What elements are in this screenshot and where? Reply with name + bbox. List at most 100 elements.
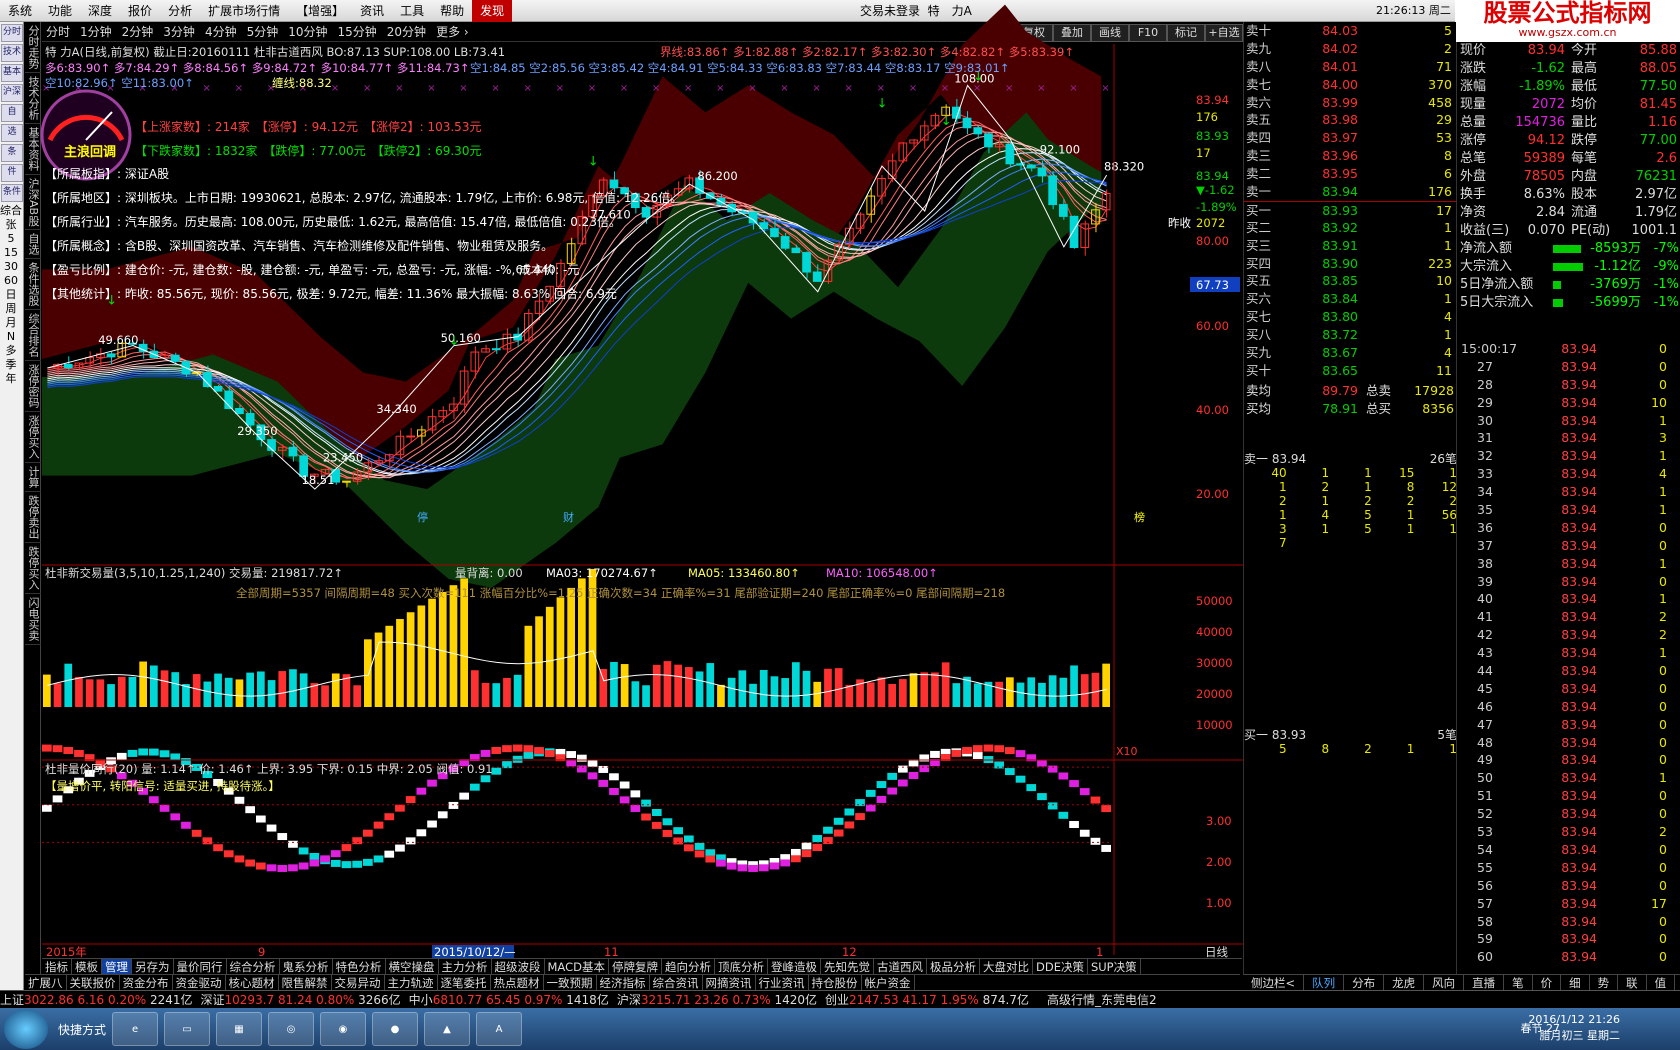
- ext-tab-14[interactable]: 行业资讯: [756, 975, 809, 990]
- sell-row[interactable]: 卖六 83.99 458: [1244, 94, 1456, 112]
- buy-row[interactable]: 买十 83.65 11: [1244, 362, 1456, 380]
- buy-row[interactable]: 买九 83.67 4: [1244, 344, 1456, 362]
- side-tab-9[interactable]: 势: [1590, 975, 1619, 990]
- buy-row[interactable]: 买七 83.80 4: [1244, 308, 1456, 326]
- sell-row[interactable]: 卖一 83.94 176: [1244, 183, 1456, 201]
- ext-tab-1[interactable]: 关联报价: [67, 975, 120, 990]
- buy-row[interactable]: 买五 83.85 10: [1244, 272, 1456, 290]
- indicator-tab-8[interactable]: 横空操盘: [386, 959, 439, 974]
- indicator-tab-9[interactable]: 主力分析: [439, 959, 492, 974]
- buy-price: 83.92: [1322, 219, 1358, 235]
- side-tab-0[interactable]: 侧边栏<: [1243, 975, 1305, 990]
- system-clock[interactable]: 2016/1/12 21:26 腊月初三 星期二: [1528, 1012, 1620, 1044]
- ext-tab-0[interactable]: 扩展八: [25, 975, 67, 990]
- side-tab-6[interactable]: 笔: [1504, 975, 1533, 990]
- folder-icon[interactable]: ▭: [164, 1012, 211, 1046]
- indicator-tab-1[interactable]: 模板: [72, 959, 102, 974]
- indicator-tab-7[interactable]: 特色分析: [333, 959, 386, 974]
- ext-tab-11[interactable]: 经济指标: [597, 975, 650, 990]
- price-label: 49.660: [98, 333, 138, 347]
- indicator-tab-15[interactable]: 登峰造极: [768, 959, 821, 974]
- bird-icon[interactable]: ▲: [424, 1012, 471, 1046]
- pdf-icon[interactable]: A: [476, 1012, 523, 1046]
- ext-tab-16[interactable]: 帐户资金: [862, 975, 915, 990]
- ext-tab-5[interactable]: 限售解禁: [279, 975, 332, 990]
- ext-tab-12[interactable]: 综合资讯: [650, 975, 703, 990]
- indicator-tab-19[interactable]: 大盘对比: [980, 959, 1033, 974]
- ext-tab-2[interactable]: 资金分布: [120, 975, 173, 990]
- sell-row[interactable]: 卖九 84.02 2: [1244, 40, 1456, 58]
- orange-icon[interactable]: ●: [372, 1012, 419, 1046]
- queue-cell: 1: [1449, 522, 1457, 536]
- indicator-tab-0[interactable]: 指标: [42, 959, 72, 974]
- buy-row[interactable]: 买三 83.91 1: [1244, 237, 1456, 255]
- buy-row[interactable]: 买八 83.72 1: [1244, 326, 1456, 344]
- volume-bar: [909, 673, 918, 707]
- ext-tab-9[interactable]: 热点题材: [491, 975, 544, 990]
- indicator-tab-12[interactable]: 停牌复牌: [609, 959, 662, 974]
- side-tab-5[interactable]: 直播: [1464, 975, 1505, 990]
- app-icon[interactable]: ▦: [216, 1012, 263, 1046]
- side-tab-7[interactable]: 价: [1533, 975, 1562, 990]
- indicator-tab-3[interactable]: 另存为: [132, 959, 174, 974]
- stock-app-icon[interactable]: ◉: [320, 1012, 367, 1046]
- indicator-tab-2[interactable]: 管理: [102, 959, 132, 974]
- buy-row[interactable]: 买六 83.84 1: [1244, 290, 1456, 308]
- side-tab-11[interactable]: 值: [1647, 975, 1676, 990]
- tick-price: 83.94: [1561, 913, 1597, 929]
- indicator-tab-20[interactable]: DDE决策: [1033, 959, 1088, 974]
- indicator-tab-16[interactable]: 先知先觉: [821, 959, 874, 974]
- kline-chart[interactable]: 108.0092.10088.32086.20077.61065.44050.1…: [0, 0, 1243, 990]
- side-tab-4[interactable]: 风向: [1424, 975, 1465, 990]
- ext-tab-15[interactable]: 持仓股份: [809, 975, 862, 990]
- side-tab-8[interactable]: 细: [1561, 975, 1590, 990]
- sell-row[interactable]: 卖四 83.97 53: [1244, 129, 1456, 147]
- sell-row[interactable]: 卖十 84.03 5: [1244, 22, 1456, 40]
- indicator-tab-13[interactable]: 趋向分析: [662, 959, 715, 974]
- sell-row[interactable]: 卖七 84.00 370: [1244, 76, 1456, 94]
- buy-row[interactable]: 买一 83.93 17: [1244, 200, 1456, 219]
- ext-tab-7[interactable]: 主力轨迹: [385, 975, 438, 990]
- index-item[interactable]: 中小6810.77 65.45 0.97% 1418亿: [409, 991, 609, 1008]
- sell-row[interactable]: 卖二 83.95 6: [1244, 165, 1456, 183]
- indicator-step: [1015, 750, 1026, 758]
- indicator-tab-4[interactable]: 量价同行: [174, 959, 227, 974]
- volume-ma03: MA03: 170274.67↑: [546, 566, 658, 580]
- indicator-tab-5[interactable]: 综合分析: [227, 959, 280, 974]
- buy-row[interactable]: 买四 83.90 223: [1244, 255, 1456, 273]
- indicator-step: [1037, 759, 1047, 767]
- index-item[interactable]: 上证3022.86 6.16 0.20% 2241亿: [0, 991, 193, 1008]
- ext-tab-3[interactable]: 资金驱动: [173, 975, 226, 990]
- indicator-step: [994, 745, 1004, 753]
- buy-level: 买二: [1246, 219, 1272, 235]
- sell-row[interactable]: 卖八 84.01 71: [1244, 58, 1456, 76]
- ext-tab-13[interactable]: 网摘资讯: [703, 975, 756, 990]
- globe-icon[interactable]: ◎: [268, 1012, 315, 1046]
- index-item[interactable]: 创业2147.53 41.17 1.95% 874.7亿: [825, 991, 1029, 1008]
- indicator-step: [427, 820, 437, 828]
- buy-row[interactable]: 买二 83.92 1: [1244, 219, 1456, 237]
- indicator-tab-18[interactable]: 极品分析: [927, 959, 980, 974]
- ext-tab-10[interactable]: 一致预期: [544, 975, 597, 990]
- ext-tab-8[interactable]: 逐笔委托: [438, 975, 491, 990]
- sell-row[interactable]: 卖三 83.96 8: [1244, 147, 1456, 165]
- indicator-tab-10[interactable]: 超级波段: [492, 959, 545, 974]
- side-tab-3[interactable]: 龙虎: [1384, 975, 1425, 990]
- indicator-tab-17[interactable]: 古道西风: [874, 959, 927, 974]
- ext-tab-6[interactable]: 交易异动: [332, 975, 385, 990]
- indicator-tab-11[interactable]: MACD基本: [545, 959, 609, 974]
- side-tab-1[interactable]: 队列: [1304, 975, 1345, 990]
- indicator-tab-14[interactable]: 顶底分析: [715, 959, 768, 974]
- side-tab-10[interactable]: 联: [1618, 975, 1647, 990]
- indicator-tab-21[interactable]: SUP决策: [1088, 959, 1141, 974]
- start-button-icon[interactable]: [4, 1009, 48, 1049]
- ie-icon[interactable]: e: [112, 1012, 159, 1046]
- side-tab-2[interactable]: 分布: [1344, 975, 1385, 990]
- indicator-tab-6[interactable]: 鬼系分析: [280, 959, 333, 974]
- ext-tab-4[interactable]: 核心题材: [226, 975, 279, 990]
- sell-row[interactable]: 卖五 83.98 29: [1244, 111, 1456, 129]
- index-item[interactable]: 深证10293.7 81.24 0.80% 3266亿: [201, 991, 401, 1008]
- tick-list[interactable]: 15:00:17 83.94 0 27 83.94 0 28 83.94 0 29 83.94 10 3…: [1456, 340, 1680, 988]
- index-item[interactable]: 沪深3215.71 23.26 0.73% 1420亿: [617, 991, 817, 1008]
- shortcut-label[interactable]: 快捷方式: [58, 1021, 106, 1038]
